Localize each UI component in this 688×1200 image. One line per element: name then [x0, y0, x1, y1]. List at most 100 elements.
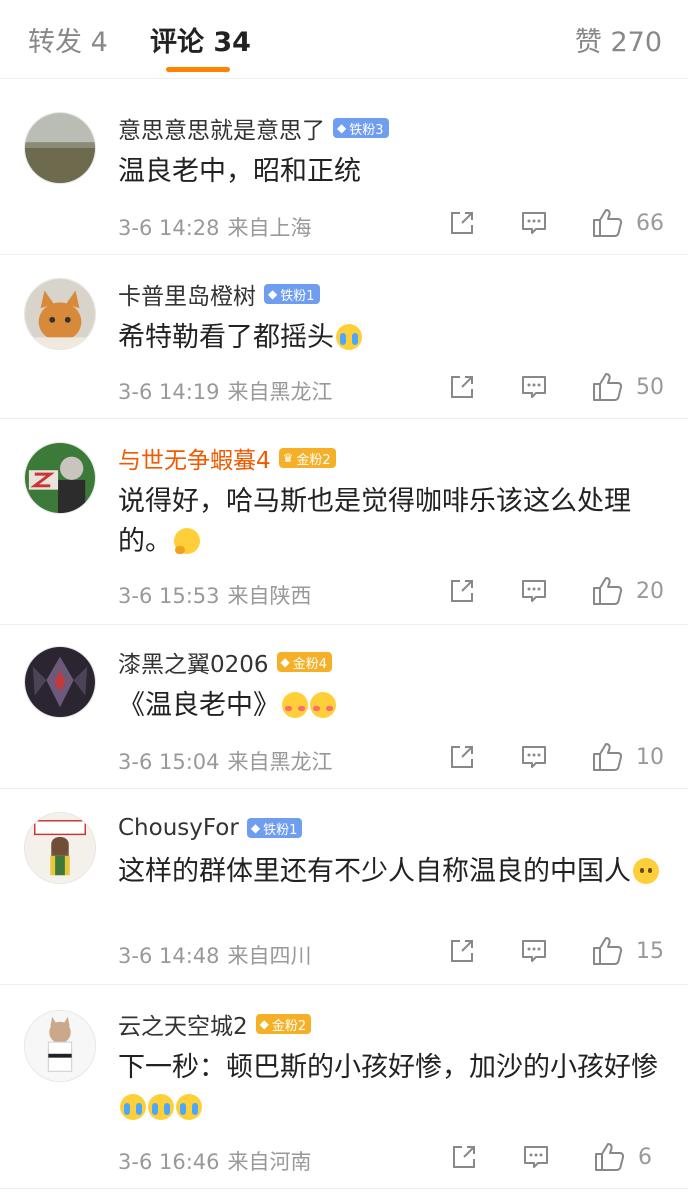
fan-badge-label: 金粉2: [271, 1018, 307, 1034]
share-button[interactable]: [448, 209, 476, 237]
avatar[interactable]: [24, 442, 96, 514]
tab-repost[interactable]: 转发 4: [28, 20, 108, 59]
avatar[interactable]: ✭: [24, 812, 96, 884]
share-button[interactable]: [448, 577, 476, 605]
comment-location: 来自河南: [227, 1150, 312, 1174]
crown-icon: ♛: [282, 451, 294, 465]
crying-emoji-icon: [120, 1094, 146, 1120]
comment-text: 下一秒：顿巴斯的小孩好惨，加沙的小孩好惨: [118, 1048, 670, 1128]
avatar[interactable]: [24, 278, 96, 350]
share-button[interactable]: [448, 373, 476, 401]
reply-button[interactable]: [520, 577, 548, 605]
diamond-icon: ◆: [259, 1017, 269, 1031]
thumbs-up-icon: [593, 577, 623, 605]
thumbs-up-icon: [593, 937, 623, 965]
comment-time: 3-6 15:04: [118, 750, 220, 774]
tab-comments[interactable]: 评论 34: [150, 20, 251, 59]
fan-badge: ◆ 铁粉3: [333, 118, 389, 138]
comment-meta: 3-6 14:48 来自四川: [118, 940, 312, 970]
comment-location: 来自上海: [227, 216, 312, 240]
reply-button[interactable]: [520, 373, 548, 401]
comment-text-body: 《温良老中》: [118, 690, 280, 721]
avatar[interactable]: [24, 646, 96, 718]
comment-text-body: 这样的群体里还有不少人自称温良的中国人: [118, 856, 631, 887]
comment-text: 温良老中，昭和正统: [118, 152, 670, 192]
like-count: 20: [636, 578, 664, 604]
share-button[interactable]: [448, 743, 476, 771]
fan-badge-label: 金粉2: [296, 452, 331, 468]
comment-text-body: 希特勒看了都摇头: [118, 322, 334, 353]
diamond-icon: ◆: [268, 287, 278, 301]
share-icon: [453, 1146, 475, 1168]
comment-icon: [522, 212, 546, 234]
reply-button[interactable]: [520, 937, 548, 965]
comment-tabs: 转发 4 评论 34 赞 270: [0, 0, 688, 79]
diamond-icon: ◆: [250, 821, 261, 835]
crying-emoji-icon: [336, 324, 362, 350]
comment-time: 3-6 14:48: [118, 944, 220, 968]
comment-item: 与世无争蝦蟇4 ♛ 金粉2 说得好，哈马斯也是觉得咖啡乐该这么处理的。 3-6 1…: [0, 418, 688, 625]
username[interactable]: ChousyFor: [118, 815, 239, 841]
like-button[interactable]: 66: [592, 208, 664, 238]
comment-meta: 3-6 15:53 来自陕西: [118, 580, 312, 610]
avatar[interactable]: [24, 112, 96, 184]
like-button[interactable]: 50: [592, 372, 664, 402]
diamond-icon: ◆: [280, 655, 290, 669]
comment-icon: [522, 376, 546, 398]
fan-badge: ◆ 金粉4: [276, 652, 333, 672]
username[interactable]: 漆黑之翼0206: [118, 645, 269, 679]
like-button[interactable]: 6: [594, 1142, 664, 1172]
comment-item: 卡普里岛橙树 ◆ 铁粉1 希特勒看了都摇头 3-6 14:19 来自黑龙江 50: [0, 254, 688, 419]
share-icon: [451, 746, 473, 768]
thumbs-up-icon: [595, 1143, 625, 1171]
comment-meta: 3-6 16:46 来自河南: [118, 1146, 312, 1176]
username[interactable]: 云之天空城2: [118, 1007, 248, 1041]
comment-text: 这样的群体里还有不少人自称温良的中国人: [118, 852, 670, 892]
like-count: 50: [636, 374, 664, 400]
like-count: 6: [638, 1144, 652, 1170]
share-button[interactable]: [450, 1143, 478, 1171]
thumbs-up-icon: [593, 209, 623, 237]
like-button[interactable]: 10: [592, 742, 664, 772]
like-count: 15: [636, 938, 664, 964]
share-icon: [451, 580, 473, 602]
thumbs-up-icon: [593, 373, 623, 401]
reply-button[interactable]: [520, 743, 548, 771]
avatar[interactable]: [24, 1010, 96, 1082]
fan-badge-label: 铁粉1: [263, 822, 298, 838]
like-count: 10: [636, 744, 664, 770]
comment-meta: 3-6 14:19 来自黑龙江: [118, 376, 333, 406]
reply-button[interactable]: [522, 1143, 550, 1171]
comment-meta: 3-6 15:04 来自黑龙江: [118, 746, 333, 776]
comment-time: 3-6 14:28: [118, 216, 220, 240]
comment-location: 来自黑龙江: [227, 380, 333, 404]
sad-emoji-icon: [633, 858, 659, 884]
comment-time: 3-6 14:19: [118, 380, 220, 404]
thinking-emoji-icon: [174, 528, 200, 554]
share-icon: [451, 940, 473, 962]
like-button[interactable]: 20: [592, 576, 664, 606]
fan-badge: ◆ 金粉2: [255, 1014, 312, 1034]
thumbs-up-icon: [593, 743, 623, 771]
comment-item: 漆黑之翼0206 ◆ 金粉4 《温良老中》 3-6 15:04 来自黑龙江 10: [0, 624, 688, 789]
comment-location: 来自陕西: [227, 584, 312, 608]
reply-button[interactable]: [520, 209, 548, 237]
fan-badge-label: 金粉4: [292, 656, 328, 672]
comment-text: 说得好，哈马斯也是觉得咖啡乐该这么处理的。: [118, 482, 670, 562]
username[interactable]: 与世无争蝦蟇4: [118, 441, 271, 475]
tab-likes[interactable]: 赞 270: [575, 20, 662, 59]
like-button[interactable]: 15: [592, 936, 664, 966]
username[interactable]: 卡普里岛橙树: [118, 277, 256, 311]
active-tab-indicator: [166, 67, 230, 72]
comment-item: ✭ ChousyFor ◆铁粉1 这样的群体里还有不少人自称温良的中国人 3-6…: [0, 788, 688, 985]
fan-badge: ◆ 铁粉1: [264, 284, 320, 304]
blushing-emoji-icon: [282, 692, 308, 718]
comment-icon: [524, 1146, 548, 1168]
comment-item: 意思意思就是意思了 ◆ 铁粉3 温良老中，昭和正统 3-6 14:28 来自上海 6…: [0, 90, 688, 255]
comment-icon: [522, 940, 546, 962]
comment-location: 来自黑龙江: [227, 750, 333, 774]
crying-emoji-icon: [176, 1094, 202, 1120]
comment-icon: [522, 746, 546, 768]
share-button[interactable]: [448, 937, 476, 965]
username[interactable]: 意思意思就是意思了: [118, 111, 325, 145]
